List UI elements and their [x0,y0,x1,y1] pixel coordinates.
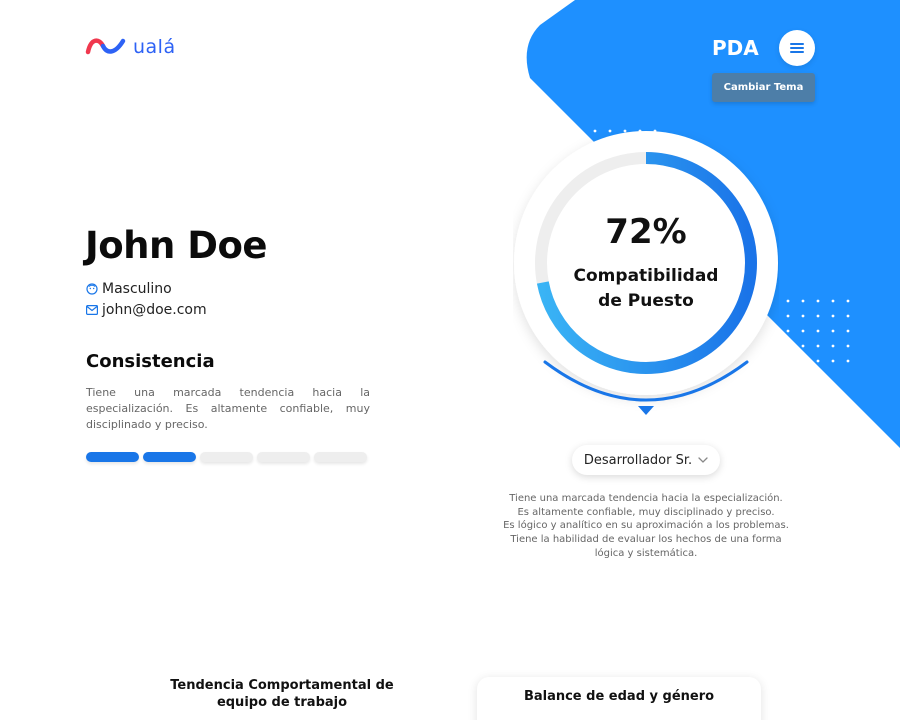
uala-logo-icon [85,38,126,55]
compatibility-label-line2: de Puesto [598,291,694,311]
compatibility-label-line1: Compatibilidad [573,266,719,286]
role-description-line: Es lógico y analítico en su aproximación… [503,520,789,532]
brand-name: ualá [133,36,176,58]
balance-card-title: Balance de edad y género [523,689,715,704]
trait-level-bar [143,452,196,462]
gauge-pointer [638,406,654,415]
email-line: john@doe.com [86,302,207,318]
hamburger-icon [790,43,804,53]
trait-level-bars [86,452,367,462]
balance-card: Balance de edad y género [477,677,761,720]
trait-description: Tiene una marcada tendencia hacia la esp… [86,386,370,431]
gender-text: Masculino [102,281,172,297]
role-description-line: lógica y sistemática. [594,547,698,559]
pda-logo-text: PDA [712,38,759,58]
role-select[interactable]: Desarrollador Sr. [572,445,720,475]
trait-level-bar [200,452,253,462]
menu-button[interactable] [779,30,815,66]
trait-level-bar [257,452,310,462]
gauge-disc [514,131,778,395]
role-description-line: Es altamente confiable, muy disciplinado… [517,506,775,518]
compatibility-label: Compatibilidad de Puesto [553,264,739,314]
gender-line: Masculino [86,281,172,297]
change-theme-button[interactable]: Cambiar Tema [712,73,815,102]
team-trend-title-line2: equipo de trabajo [216,695,348,710]
role-description: Tiene una marcada tendencia hacia la esp… [496,492,796,561]
role-description-line: Tiene la habilidad de evaluar los hechos… [510,534,782,546]
email-text[interactable]: john@doe.com [102,302,207,318]
compatibility-value: 72% [605,212,687,252]
mail-icon [86,305,98,315]
chevron-down-icon [698,457,708,463]
person-face-icon [86,283,98,295]
trait-title: Consistencia [86,351,215,372]
role-description-line: Tiene una marcada tendencia hacia la esp… [509,493,783,504]
team-trend-title-line1: Tendencia Comportamental de [170,678,394,693]
profile-name: John Doe [85,224,267,267]
brand-logo[interactable]: ualá [85,36,176,58]
team-trend-title: Tendencia Comportamental de equipo de tr… [160,677,404,711]
role-selected-text: Desarrollador Sr. [583,452,693,468]
trait-level-bar [314,452,367,462]
pda-logo: PDA [712,38,759,58]
trait-level-bar [86,452,139,462]
